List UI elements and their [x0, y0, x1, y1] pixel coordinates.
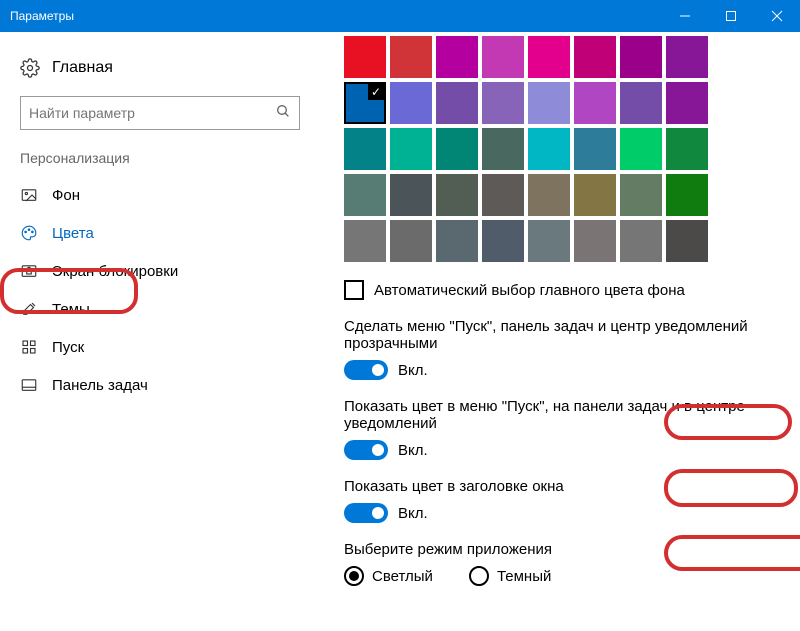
color-swatch[interactable]: [528, 36, 570, 78]
color-swatch[interactable]: [620, 128, 662, 170]
sidebar-item-label: Фон: [52, 187, 80, 204]
main-panel: ✓ Автоматический выбор главного цвета фо…: [320, 32, 800, 631]
color-swatch[interactable]: [390, 220, 432, 262]
color-swatch[interactable]: [482, 82, 524, 124]
home-label: Главная: [52, 59, 113, 77]
radio-option[interactable]: Темный: [469, 566, 551, 586]
sidebar-item-lock[interactable]: Экран блокировки: [0, 252, 320, 290]
color-swatch[interactable]: [344, 174, 386, 216]
category-label: Персонализация: [0, 146, 320, 176]
color-swatch[interactable]: [574, 220, 616, 262]
setting-label: Показать цвет в меню "Пуск", на панели з…: [344, 398, 776, 432]
radio-label: Светлый: [372, 568, 433, 585]
toggle-switch[interactable]: [344, 503, 388, 523]
color-swatch[interactable]: [528, 174, 570, 216]
toggle-state-label: Вкл.: [398, 505, 428, 522]
color-swatch[interactable]: [390, 36, 432, 78]
color-swatch[interactable]: [482, 174, 524, 216]
gear-icon: [20, 58, 40, 78]
color-swatch[interactable]: [620, 174, 662, 216]
color-swatch[interactable]: [574, 174, 616, 216]
taskbar-icon: [20, 376, 38, 394]
search-icon: [275, 103, 291, 124]
window-controls: [662, 0, 800, 32]
color-swatch[interactable]: [528, 82, 570, 124]
color-swatch[interactable]: [666, 128, 708, 170]
color-swatch[interactable]: [344, 128, 386, 170]
sidebar-item-label: Экран блокировки: [52, 263, 178, 280]
picture-icon: [20, 186, 38, 204]
setting-label: Сделать меню "Пуск", панель задач и цент…: [344, 318, 776, 352]
color-swatch[interactable]: [482, 128, 524, 170]
color-swatch[interactable]: [390, 128, 432, 170]
auto-color-row[interactable]: Автоматический выбор главного цвета фона: [344, 280, 776, 300]
color-swatch[interactable]: [666, 174, 708, 216]
toggle-switch[interactable]: [344, 440, 388, 460]
sidebar-item-picture[interactable]: Фон: [0, 176, 320, 214]
sidebar-item-label: Пуск: [52, 339, 84, 356]
color-swatch[interactable]: [436, 82, 478, 124]
grid-icon: [20, 338, 38, 356]
color-swatch[interactable]: [436, 128, 478, 170]
color-swatch[interactable]: ✓: [344, 82, 386, 124]
color-swatch[interactable]: [666, 82, 708, 124]
sidebar-item-label: Темы: [52, 301, 90, 318]
app-mode-radios: Светлый Темный: [344, 566, 776, 586]
toggle-switch[interactable]: [344, 360, 388, 380]
radio-option[interactable]: Светлый: [344, 566, 433, 586]
color-swatch[interactable]: [620, 82, 662, 124]
color-swatch[interactable]: [390, 174, 432, 216]
search-input[interactable]: [29, 105, 275, 121]
radio-label: Темный: [497, 568, 551, 585]
color-swatch[interactable]: [436, 220, 478, 262]
color-swatch[interactable]: [436, 36, 478, 78]
sidebar-item-grid[interactable]: Пуск: [0, 328, 320, 366]
brush-icon: [20, 300, 38, 318]
toggle-row: Вкл.: [344, 440, 776, 460]
minimize-button[interactable]: [662, 0, 708, 32]
color-swatch[interactable]: [574, 128, 616, 170]
app-mode-label: Выберите режим приложения: [344, 541, 776, 558]
home-link[interactable]: Главная: [0, 48, 320, 96]
setting-label: Показать цвет в заголовке окна: [344, 478, 776, 495]
titlebar: Параметры: [0, 0, 800, 32]
search-box[interactable]: [20, 96, 300, 130]
palette-icon: [20, 224, 38, 242]
maximize-button[interactable]: [708, 0, 754, 32]
close-button[interactable]: [754, 0, 800, 32]
color-swatch[interactable]: [390, 82, 432, 124]
color-swatch[interactable]: [482, 36, 524, 78]
color-swatch[interactable]: [620, 36, 662, 78]
color-swatch[interactable]: [344, 36, 386, 78]
sidebar-item-label: Панель задач: [52, 377, 148, 394]
color-swatch[interactable]: [574, 36, 616, 78]
sidebar-item-brush[interactable]: Темы: [0, 290, 320, 328]
window-title: Параметры: [0, 9, 662, 23]
toggle-state-label: Вкл.: [398, 362, 428, 379]
check-icon: ✓: [368, 84, 384, 100]
sidebar-item-palette[interactable]: Цвета: [0, 214, 320, 252]
sidebar-item-label: Цвета: [52, 225, 94, 242]
color-swatch[interactable]: [666, 36, 708, 78]
radio-icon: [469, 566, 489, 586]
auto-color-label: Автоматический выбор главного цвета фона: [374, 282, 685, 299]
lock-icon: [20, 262, 38, 280]
color-swatch[interactable]: [528, 128, 570, 170]
sidebar: Главная Персонализация Фон Цвета Экран бло…: [0, 32, 320, 631]
toggle-row: Вкл.: [344, 503, 776, 523]
checkbox-icon[interactable]: [344, 280, 364, 300]
color-palette: ✓: [344, 36, 776, 262]
sidebar-item-taskbar[interactable]: Панель задач: [0, 366, 320, 404]
color-swatch[interactable]: [666, 220, 708, 262]
color-swatch[interactable]: [574, 82, 616, 124]
color-swatch[interactable]: [620, 220, 662, 262]
color-swatch[interactable]: [436, 174, 478, 216]
radio-icon: [344, 566, 364, 586]
toggle-row: Вкл.: [344, 360, 776, 380]
color-swatch[interactable]: [344, 220, 386, 262]
color-swatch[interactable]: [482, 220, 524, 262]
color-swatch[interactable]: [528, 220, 570, 262]
toggle-state-label: Вкл.: [398, 442, 428, 459]
